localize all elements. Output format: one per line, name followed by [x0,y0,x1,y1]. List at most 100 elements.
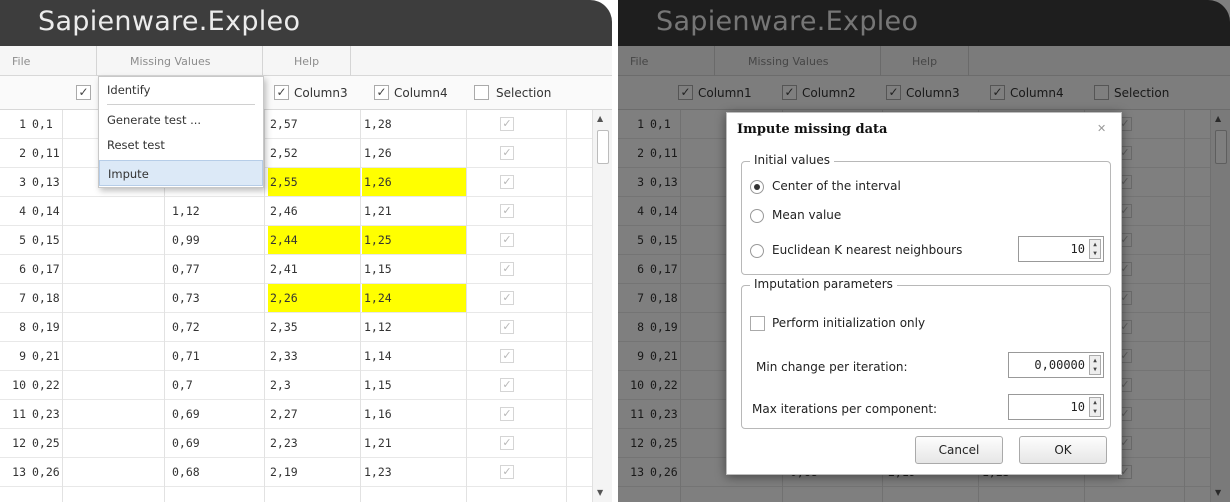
row-number[interactable]: 3 [0,168,26,196]
selection-checkbox[interactable]: ✓ [500,146,514,160]
selection-checkbox[interactable]: ✓ [500,378,514,392]
knn-spinner[interactable]: 10 ▲ ▼ [1018,236,1104,262]
cell-column1[interactable]: 0,23 [32,400,60,428]
selection-checkbox[interactable]: ✓ [500,349,514,363]
table-row[interactable]: 20,11 2,521,26 ✓ [0,139,592,168]
row-number[interactable]: 6 [0,255,26,283]
menu-file[interactable]: File [12,55,30,68]
cell-column4[interactable]: 1,21 [362,197,466,225]
row-number[interactable]: 2 [0,139,26,167]
cell-column1[interactable]: 0,15 [32,226,60,254]
cell-column4[interactable]: 1,16 [362,400,466,428]
cell-column2[interactable]: 1,12 [172,197,200,225]
cell-column3[interactable]: 2,44 [268,226,360,254]
cell-column2[interactable]: 0,68 [172,458,200,486]
perform-init-checkbox[interactable] [750,316,765,331]
selection-checkbox[interactable]: ✓ [500,436,514,450]
center-radio[interactable] [750,180,764,194]
table-row[interactable]: 80,19 0,72 2,351,12 ✓ [0,313,592,342]
cell-column4[interactable]: 1,21 [362,429,466,457]
column4-checkbox[interactable]: ✓ [374,85,389,100]
cell-column4[interactable]: 1,14 [362,342,466,370]
cell-column3[interactable]: 2,3 [268,371,360,399]
cell-column2[interactable]: 0,69 [172,429,200,457]
spinner-arrows-icon[interactable]: ▲ ▼ [1089,355,1101,375]
cell-column3[interactable]: 2,26 [268,284,360,312]
row-number[interactable]: 7 [0,284,26,312]
cell-column1[interactable]: 0,21 [32,342,60,370]
row-number[interactable]: 4 [0,197,26,225]
scroll-up-icon[interactable]: ▲ [597,114,603,123]
cell-column4[interactable]: 1,12 [362,313,466,341]
row-number[interactable]: 12 [0,429,26,457]
row-number[interactable]: 13 [0,458,26,486]
vertical-scrollbar[interactable]: ▲ ▼ [592,110,612,502]
cell-column1[interactable]: 0,1 [32,110,53,138]
selection-checkbox[interactable]: ✓ [500,117,514,131]
cell-column4[interactable]: 1,26 [362,139,466,167]
knn-radio[interactable] [750,244,764,258]
menu-item-reset-test[interactable]: Reset test [99,132,263,158]
cell-column1[interactable]: 0,22 [32,371,60,399]
selection-checkbox[interactable]: ✓ [500,407,514,421]
min-change-spinner[interactable]: 0,00000 ▲ ▼ [1008,352,1104,378]
cell-column4[interactable]: 1,28 [362,110,466,138]
cell-column4[interactable]: 1,25 [362,226,466,254]
cancel-button[interactable]: Cancel [915,436,1003,464]
cell-column3[interactable]: 2,27 [268,400,360,428]
row-number[interactable]: 11 [0,400,26,428]
cell-column1[interactable]: 0,14 [32,197,60,225]
cell-column4[interactable]: 1,24 [362,284,466,312]
column1-checkbox[interactable]: ✓ [76,85,91,100]
cell-column2[interactable]: 0,99 [172,226,200,254]
cell-column2[interactable]: 0,71 [172,342,200,370]
selection-checkbox[interactable] [474,85,489,100]
cell-column1[interactable]: 0,18 [32,284,60,312]
cell-column4[interactable]: 1,26 [362,168,466,196]
selection-checkbox[interactable]: ✓ [500,291,514,305]
row-number[interactable]: 10 [0,371,26,399]
scroll-thumb[interactable] [597,130,609,164]
cell-column4[interactable]: 1,15 [362,371,466,399]
menu-missing-values[interactable]: Missing Values [130,55,210,68]
row-number[interactable]: 5 [0,226,26,254]
cell-column3[interactable]: 2,33 [268,342,360,370]
table-row[interactable]: 100,22 0,7 2,31,15 ✓ [0,371,592,400]
selection-checkbox[interactable]: ✓ [500,204,514,218]
cell-column3[interactable]: 2,55 [268,168,360,196]
max-iterations-spinner[interactable]: 10 ▲ ▼ [1008,394,1104,420]
table-row[interactable]: 120,25 0,69 2,231,21 ✓ [0,429,592,458]
cell-column3[interactable]: 2,52 [268,139,360,167]
cell-column4[interactable]: 1,23 [362,458,466,486]
table-row[interactable]: 60,17 0,77 2,411,15 ✓ [0,255,592,284]
cell-column1[interactable]: 0,11 [32,139,60,167]
cell-column4[interactable]: 1,15 [362,255,466,283]
menu-item-identify[interactable]: Identify [99,77,263,103]
cell-column2[interactable]: 0,69 [172,400,200,428]
cell-column2[interactable]: 0,7 [172,371,193,399]
table-row[interactable]: 110,23 0,69 2,271,16 ✓ [0,400,592,429]
cell-column2[interactable]: 0,73 [172,284,200,312]
ok-button[interactable]: OK [1019,436,1107,464]
row-number[interactable]: 1 [0,110,26,138]
spinner-arrows-icon[interactable]: ▲ ▼ [1089,397,1101,417]
table-row[interactable]: 30,13 2,551,26 ✓ [0,168,592,197]
cell-column1[interactable]: 0,25 [32,429,60,457]
mean-radio[interactable] [750,209,764,223]
cell-column3[interactable]: 2,19 [268,458,360,486]
table-row[interactable]: 50,15 0,99 2,441,25 ✓ [0,226,592,255]
table-row[interactable]: 130,26 0,68 2,191,23 ✓ [0,458,592,487]
row-number[interactable]: 9 [0,342,26,370]
table-row[interactable]: 1 0,1 2,571,28 ✓ [0,110,592,139]
cell-column3[interactable]: 2,35 [268,313,360,341]
cell-column3[interactable]: 2,41 [268,255,360,283]
cell-column3[interactable]: 2,46 [268,197,360,225]
cell-column2[interactable]: 0,72 [172,313,200,341]
cell-column1[interactable]: 0,17 [32,255,60,283]
cell-column3[interactable]: 2,57 [268,110,360,138]
cell-column1[interactable]: 0,19 [32,313,60,341]
table-row[interactable]: 90,21 0,71 2,331,14 ✓ [0,342,592,371]
menu-item-generate-test[interactable]: Generate test ... [99,107,263,133]
close-icon[interactable]: ✕ [1097,122,1106,135]
table-row[interactable]: 40,14 1,12 2,461,21 ✓ [0,197,592,226]
